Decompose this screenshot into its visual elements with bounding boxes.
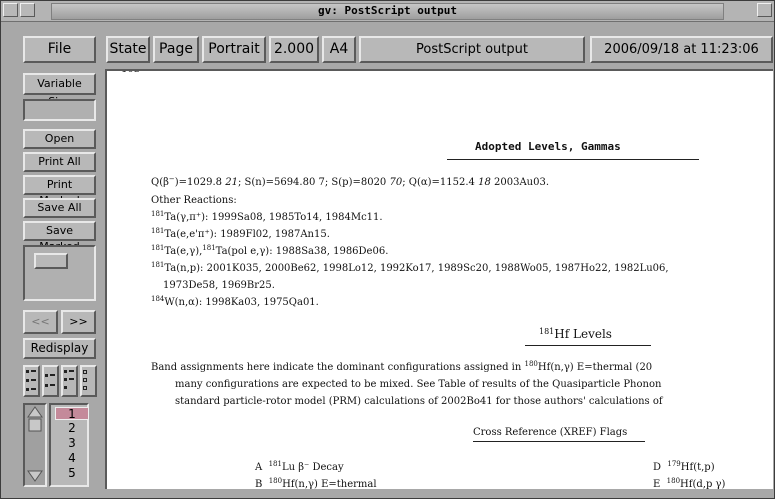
- document-heading: Adopted Levels, Gammas: [475, 140, 621, 153]
- page-list-scrollbar[interactable]: [23, 403, 47, 487]
- page-list-item[interactable]: 4: [55, 452, 89, 465]
- print-marked-button[interactable]: Print Marked: [23, 175, 96, 207]
- window-options-icon[interactable]: [20, 3, 35, 17]
- other-reactions-label: Other Reactions:: [151, 195, 237, 206]
- page-list[interactable]: 1 2 3 4 5: [49, 403, 89, 487]
- reaction-line: 184W(n,α): 1998Ka03, 1975Qa01.: [151, 295, 319, 309]
- reaction-line: 181Ta(e,e'π⁺): 1989Fl02, 1987An15.: [151, 227, 330, 241]
- save-all-button[interactable]: Save All: [23, 198, 96, 218]
- redisplay-button[interactable]: Redisplay: [23, 338, 96, 359]
- panner-slider[interactable]: [34, 253, 68, 269]
- xref-entry: A 181Lu β⁻ Decay: [255, 460, 344, 474]
- reaction-line: 181Ta(e,γ),181Ta(pol e,γ): 1988Sa38, 198…: [151, 244, 389, 258]
- reaction-line: 181Ta(n,p): 2001K035, 2000Be62, 1998Lo12…: [151, 261, 669, 275]
- levels-underline: [525, 345, 651, 346]
- title-bar[interactable]: gv: PostScript output: [1, 1, 774, 22]
- xref-entry: B 180Hf(n,γ) E=thermal: [255, 477, 377, 490]
- media-menu-button[interactable]: A4: [322, 36, 356, 63]
- band-text-line: many configurations are expected to be m…: [175, 379, 662, 390]
- toggle-marks-icon[interactable]: [61, 365, 78, 397]
- document-title-label: PostScript output: [359, 36, 585, 63]
- next-page-button[interactable]: >>: [61, 310, 96, 334]
- page-size-field[interactable]: [23, 99, 96, 121]
- open-button[interactable]: Open: [23, 129, 96, 149]
- orientation-menu-button[interactable]: Portrait: [202, 36, 266, 63]
- unmark-all-icon[interactable]: [80, 365, 97, 397]
- reaction-line-continued: 1973De58, 1969Br25.: [163, 280, 275, 291]
- window-menu-icon[interactable]: [3, 3, 18, 17]
- band-text-line: Band assignments here indicate the domin…: [151, 360, 653, 374]
- page-list-item[interactable]: 5: [55, 467, 89, 480]
- xref-entry: D 179Hf(t,p): [653, 460, 715, 474]
- panner[interactable]: [23, 245, 96, 301]
- heading-underline: [447, 159, 699, 160]
- maximize-icon[interactable]: [757, 3, 772, 17]
- state-menu-button[interactable]: State: [106, 36, 150, 63]
- mark-odd-pages-icon[interactable]: [23, 365, 40, 397]
- scroll-arrows-icon: [27, 406, 43, 482]
- variable-size-button[interactable]: Variable Size: [23, 73, 96, 108]
- levels-heading: 181Hf Levels: [539, 327, 612, 341]
- page-menu-button[interactable]: Page: [153, 36, 199, 63]
- scale-menu-button[interactable]: 2.000: [269, 36, 319, 63]
- xref-underline: [473, 441, 645, 442]
- page-list-item[interactable]: 3: [55, 437, 89, 450]
- document-view[interactable]: 103 Adopted Levels, Gammas Q(β−)=1029.8 …: [105, 69, 773, 489]
- gv-window: gv: PostScript output File State Page Po…: [0, 0, 775, 499]
- page-list-item[interactable]: 1: [55, 407, 89, 421]
- reaction-line: 181Ta(γ,π⁺): 1999Sa08, 1985To14, 1984Mc1…: [151, 210, 383, 224]
- xref-entry: E 180Hf(d,p γ): [653, 477, 726, 490]
- document-date-label: 2006/09/18 at 11:23:06: [590, 36, 773, 63]
- print-all-button[interactable]: Print All: [23, 152, 96, 172]
- q-values-line: Q(β−)=1029.8 21; S(n)=5694.80 7; S(p)=80…: [151, 175, 550, 189]
- previous-page-button[interactable]: <<: [23, 310, 58, 334]
- xref-heading: Cross Reference (XREF) Flags: [473, 427, 628, 438]
- file-menu-button[interactable]: File: [23, 36, 96, 63]
- page-list-item[interactable]: 2: [55, 422, 89, 435]
- band-text-line: standard particle-rotor model (PRM) calc…: [175, 396, 663, 407]
- window-title: gv: PostScript output: [51, 3, 724, 20]
- page-number-fragment: 103: [121, 69, 141, 75]
- mark-even-pages-icon[interactable]: [42, 365, 59, 397]
- save-marked-button[interactable]: Save Marked: [23, 221, 96, 253]
